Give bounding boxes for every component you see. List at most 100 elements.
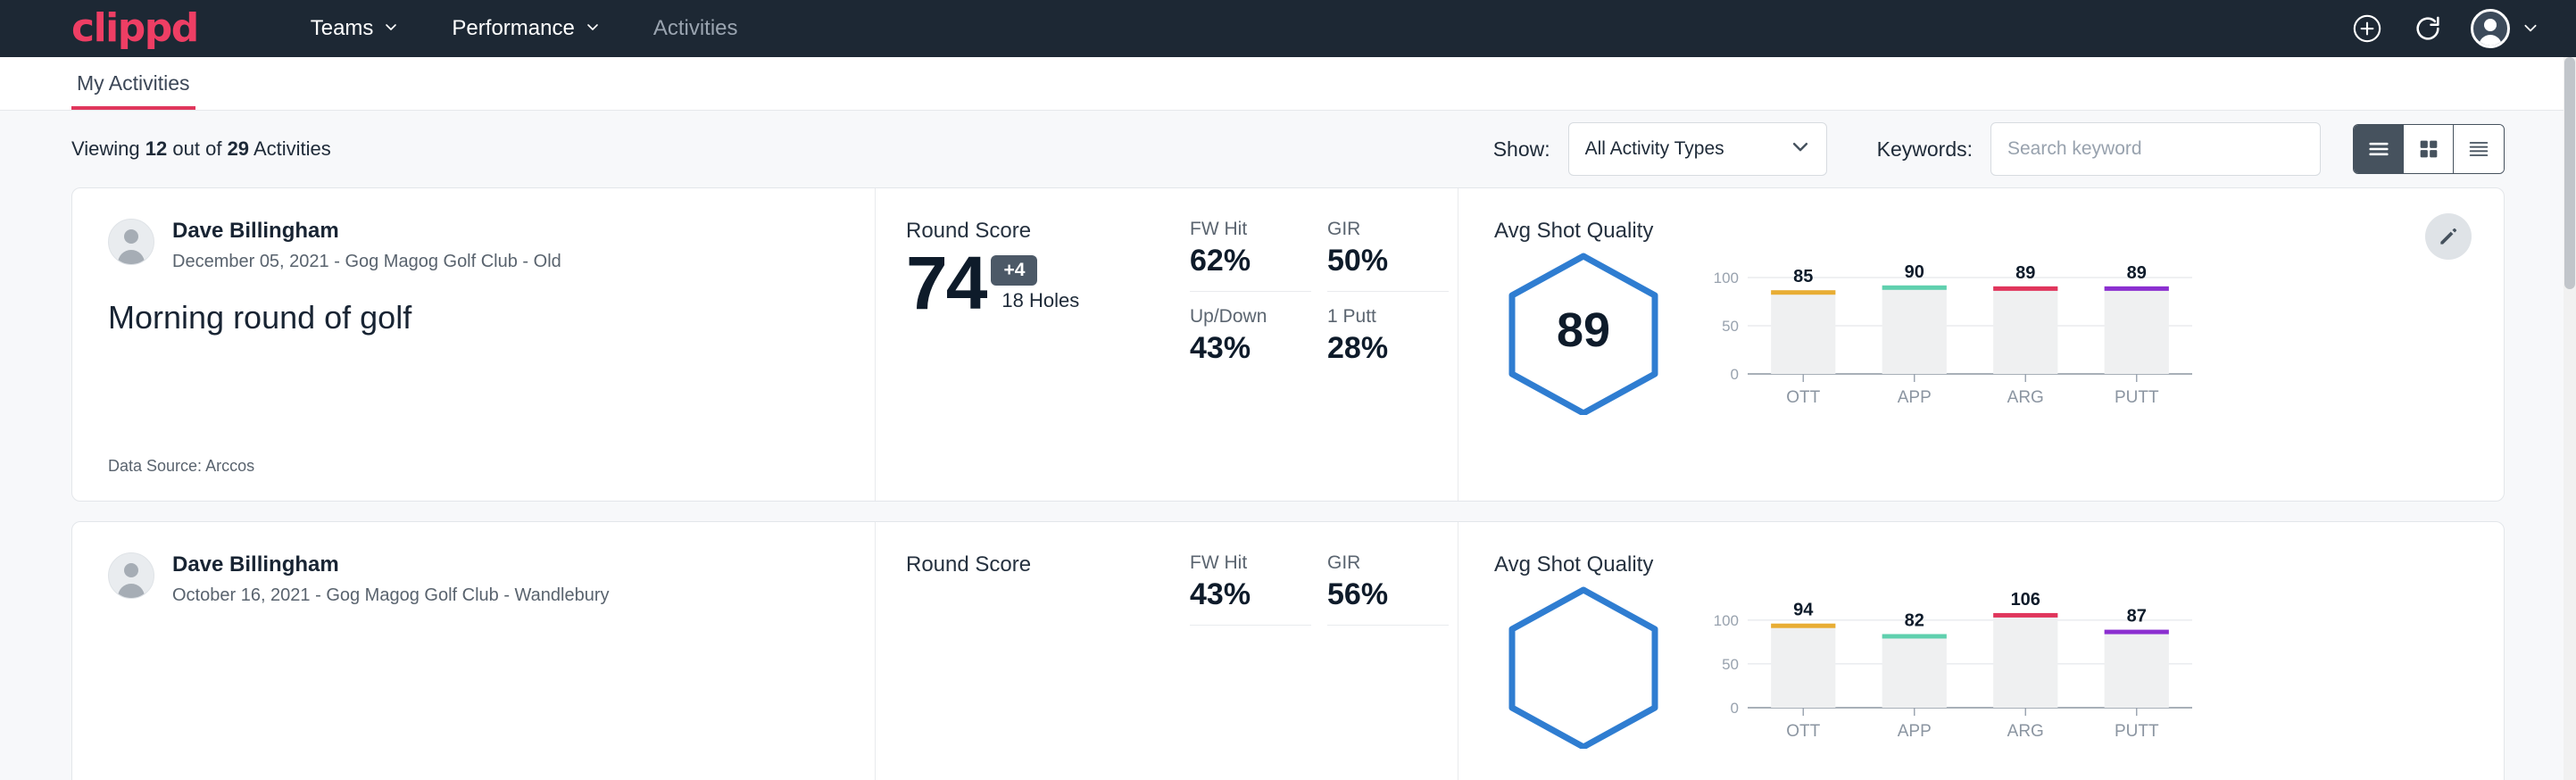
round-score-value-row: 74 +4 18 Holes <box>906 249 1168 318</box>
add-icon[interactable] <box>2349 11 2385 46</box>
shot-quality-chart: 05010094OTT82APP106ARG87PUTT <box>1699 579 2468 751</box>
score-over-par-badge: +4 <box>991 255 1037 286</box>
shot-quality-chart: 05010085OTT90APP89ARG89PUTT <box>1699 245 2468 418</box>
activity-list: Dave Billingham December 05, 2021 - Gog … <box>0 187 2576 780</box>
nav-item-performance[interactable]: Performance <box>425 16 626 41</box>
stat-label: FW Hit <box>1190 552 1311 574</box>
activity-meta: October 16, 2021 - Gog Magog Golf Club -… <box>172 585 610 606</box>
svg-text:100: 100 <box>1714 270 1739 286</box>
holes-count: 18 Holes <box>1001 289 1079 318</box>
activity-info: Dave Billingham October 16, 2021 - Gog M… <box>72 522 876 780</box>
refresh-icon[interactable] <box>2410 11 2446 46</box>
avatar <box>108 552 154 599</box>
round-score-label: Round Score <box>906 219 1168 244</box>
round-score-section: Round Score 74 +4 18 Holes <box>876 188 1190 501</box>
activity-author: Dave Billingham December 05, 2021 - Gog … <box>108 219 839 272</box>
round-score-value: 74 <box>906 249 985 318</box>
activity-type-value: All Activity Types <box>1585 138 1791 160</box>
avg-shot-quality-label: Avg Shot Quality <box>1494 219 2468 244</box>
tab-my-activities[interactable]: My Activities <box>71 57 195 110</box>
nav-item-teams[interactable]: Teams <box>284 16 426 41</box>
shot-quality-value <box>1494 579 1673 749</box>
stat-value: 43% <box>1190 577 1311 612</box>
svg-text:87: 87 <box>2127 607 2147 626</box>
avg-shot-quality-section: Avg Shot Quality 05010094OTT82APP106ARG8… <box>1458 522 2504 780</box>
stat-value: 56% <box>1327 577 1449 612</box>
svg-text:0: 0 <box>1731 366 1739 383</box>
viewing-middle: out of <box>172 137 221 160</box>
shot-quality-hexagon <box>1494 579 1673 749</box>
svg-text:PUTT: PUTT <box>2115 388 2159 407</box>
viewing-total: 29 <box>228 137 249 160</box>
activity-card[interactable]: Dave Billingham October 16, 2021 - Gog M… <box>71 521 2505 780</box>
main-nav: Teams Performance Activities <box>284 16 765 41</box>
svg-text:50: 50 <box>1722 656 1739 673</box>
round-score-label: Round Score <box>906 552 1168 577</box>
page-scrollbar[interactable] <box>2564 57 2576 780</box>
round-score-value-row <box>906 583 1168 588</box>
scrollbar-thumb[interactable] <box>2564 57 2575 289</box>
tab-my-activities-label: My Activities <box>77 71 190 95</box>
avatar <box>108 219 154 265</box>
list-view-button[interactable] <box>2354 125 2404 173</box>
top-navbar: clippd Teams Performance Activities <box>0 0 2576 57</box>
svg-text:APP: APP <box>1898 722 1932 741</box>
filter-controls: Show: All Activity Types Keywords: <box>1493 122 2505 176</box>
compact-view-button[interactable] <box>2454 125 2504 173</box>
viewing-summary: Viewing 12 out of 29 Activities <box>71 137 331 161</box>
edit-activity-button[interactable] <box>2425 213 2472 260</box>
stat-value: 50% <box>1327 244 1449 278</box>
stat-label: GIR <box>1327 219 1449 240</box>
svg-text:50: 50 <box>1722 318 1739 335</box>
activity-type-select[interactable]: All Activity Types <box>1568 122 1827 176</box>
view-toggle-group <box>2353 124 2505 174</box>
account-menu[interactable] <box>2471 9 2537 48</box>
filter-bar: Viewing 12 out of 29 Activities Show: Al… <box>0 111 2576 187</box>
stat-value: 62% <box>1190 244 1311 278</box>
svg-text:0: 0 <box>1731 700 1739 717</box>
nav-item-activities[interactable]: Activities <box>627 16 765 41</box>
tab-bar: My Activities <box>0 57 2576 111</box>
shot-quality-hexagon: 89 <box>1494 245 1673 415</box>
chevron-down-icon <box>384 20 398 34</box>
search-input[interactable] <box>1990 122 2321 176</box>
avg-shot-quality-section: Avg Shot Quality 89 05010085OTT90APP89AR… <box>1458 188 2504 501</box>
player-name: Dave Billingham <box>172 552 610 578</box>
navbar-actions <box>2349 9 2537 48</box>
svg-text:90: 90 <box>1905 262 1924 282</box>
svg-text:85: 85 <box>1793 267 1813 286</box>
activity-info: Dave Billingham December 05, 2021 - Gog … <box>72 188 876 501</box>
avg-shot-quality-body: 89 05010085OTT90APP89ARG89PUTT <box>1494 245 2468 418</box>
svg-text:ARG: ARG <box>2007 722 2044 741</box>
nav-item-teams-label: Teams <box>311 16 374 41</box>
nav-item-activities-label: Activities <box>653 16 738 41</box>
viewing-prefix: Viewing <box>71 137 140 160</box>
shot-quality-value: 89 <box>1494 245 1673 415</box>
stat-fw-hit: FW Hit 43% <box>1190 552 1311 626</box>
svg-text:PUTT: PUTT <box>2115 722 2159 741</box>
keywords-label: Keywords: <box>1877 137 1973 162</box>
svg-text:ARG: ARG <box>2007 388 2044 407</box>
stat-fw-hit: FW Hit 62% <box>1190 219 1311 292</box>
stat-value: 43% <box>1190 331 1311 366</box>
viewing-suffix: Activities <box>253 137 331 160</box>
svg-text:OTT: OTT <box>1786 388 1820 407</box>
svg-text:OTT: OTT <box>1786 722 1820 741</box>
activity-title: Morning round of golf <box>108 299 839 336</box>
svg-text:100: 100 <box>1714 612 1739 629</box>
avg-shot-quality-body: 05010094OTT82APP106ARG87PUTT <box>1494 579 2468 751</box>
stat-one-putt: 1 Putt 28% <box>1327 306 1449 378</box>
clippd-logo[interactable]: clippd <box>71 9 198 48</box>
activity-author: Dave Billingham October 16, 2021 - Gog M… <box>108 552 839 606</box>
round-score-section: Round Score <box>876 522 1190 780</box>
svg-text:89: 89 <box>2015 263 2035 283</box>
activity-card[interactable]: Dave Billingham December 05, 2021 - Gog … <box>71 187 2505 502</box>
stat-value: 28% <box>1327 331 1449 366</box>
chevron-down-icon <box>586 20 600 34</box>
show-label: Show: <box>1493 137 1550 162</box>
avg-shot-quality-label: Avg Shot Quality <box>1494 552 2468 577</box>
svg-text:82: 82 <box>1905 610 1924 630</box>
chevron-down-icon <box>2522 20 2537 34</box>
grid-view-button[interactable] <box>2404 125 2454 173</box>
activity-meta: December 05, 2021 - Gog Magog Golf Club … <box>172 252 561 272</box>
